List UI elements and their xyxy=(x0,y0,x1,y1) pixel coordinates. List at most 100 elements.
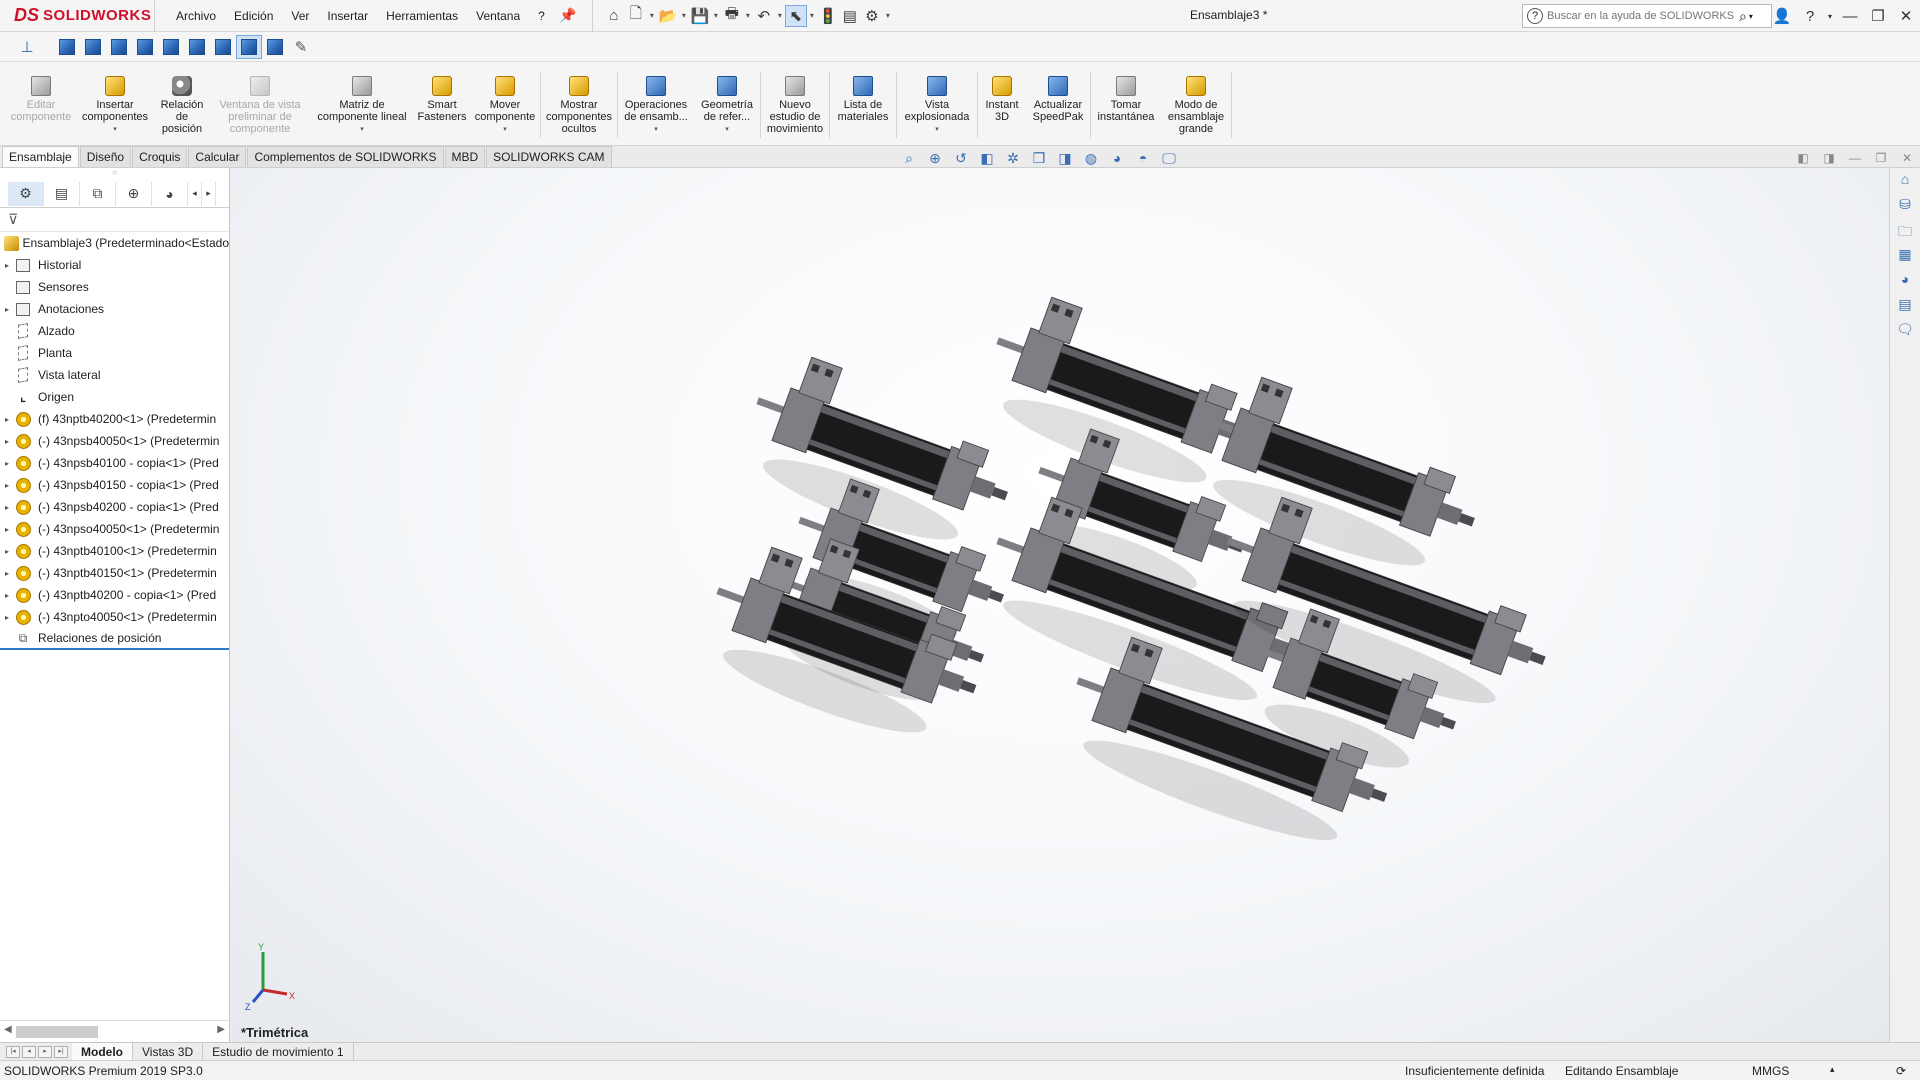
back-view-icon[interactable] xyxy=(80,35,106,59)
tree-item[interactable]: Sensores xyxy=(0,276,229,298)
open-icon[interactable]: 📂 xyxy=(657,5,679,27)
custom-properties-icon[interactable]: ▤ xyxy=(1893,296,1917,318)
help-icon[interactable]: ? xyxy=(1796,8,1824,25)
tree-root-assembly[interactable]: Ensamblaje3 (Predeterminado<Estado xyxy=(0,232,229,254)
hide-show-items-icon[interactable]: ◍ xyxy=(1078,150,1104,167)
section-view-icon[interactable]: ◧ xyxy=(974,150,1000,167)
tree-item[interactable]: ▸ (-) 43nptb40150<1> (Predetermin xyxy=(0,562,229,584)
assembly-3d-scene[interactable] xyxy=(231,168,1889,1042)
undo-dropdown-icon[interactable]: ▾ xyxy=(775,11,785,20)
tree-item[interactable]: ▸ (-) 43npto40050<1> (Predetermin xyxy=(0,606,229,628)
tree-item[interactable]: ▸ Anotaciones xyxy=(0,298,229,320)
expand-arrow-icon[interactable]: ▸ xyxy=(0,459,14,468)
tree-item[interactable]: Vista lateral xyxy=(0,364,229,386)
tree-item[interactable]: ▸ (-) 43npso40050<1> (Predetermin xyxy=(0,518,229,540)
expand-arrow-icon[interactable]: ▸ xyxy=(0,481,14,490)
left-view-icon[interactable] xyxy=(106,35,132,59)
show-hidden-components-button[interactable]: Mostrar componentes ocultos xyxy=(541,62,617,146)
linear-component-pattern-button[interactable]: Matriz de componente lineal ▾ xyxy=(310,62,414,146)
top-view-icon[interactable] xyxy=(158,35,184,59)
units-selector[interactable]: MMGS xyxy=(1752,1064,1789,1078)
open-dropdown-icon[interactable]: ▾ xyxy=(679,11,689,20)
dimxpert-manager-tab-icon[interactable]: ⊕ xyxy=(116,181,152,206)
save-icon[interactable]: 💾 xyxy=(689,5,711,27)
reference-geometry-dropdown-icon[interactable]: ▾ xyxy=(725,124,729,136)
user-account-icon[interactable]: 👤 xyxy=(1768,7,1796,25)
expand-arrow-icon[interactable]: ▸ xyxy=(0,305,14,314)
expand-arrow-icon[interactable]: ▸ xyxy=(0,613,14,622)
first-tab-icon[interactable]: |◂ xyxy=(6,1045,20,1058)
viewport-minimize-icon[interactable]: — xyxy=(1842,151,1868,165)
tree-item[interactable]: ▸ (f) 43nptb40200<1> (Predetermin xyxy=(0,408,229,430)
expand-arrow-icon[interactable]: ▸ xyxy=(0,591,14,600)
tab-vistas-3d[interactable]: Vistas 3D xyxy=(133,1043,204,1060)
instant3d-button[interactable]: Instant 3D xyxy=(978,62,1026,146)
tab-complementos[interactable]: Complementos de SOLIDWORKS xyxy=(247,146,444,167)
display-style-icon[interactable]: ◨ xyxy=(1052,150,1078,167)
move-component-button[interactable]: Mover componente ▾ xyxy=(470,62,540,146)
tabs-left-arrow-icon[interactable]: ◂ xyxy=(188,181,202,206)
viewport-collapse-right-icon[interactable]: ◨ xyxy=(1816,151,1842,165)
previous-view-icon[interactable]: ↺ xyxy=(948,150,974,167)
menu-ventana[interactable]: Ventana xyxy=(467,9,529,23)
rebuild-icon[interactable]: 🚦 xyxy=(817,5,839,27)
select-pointer-icon[interactable]: ⬉ xyxy=(784,4,807,27)
minimize-icon[interactable]: — xyxy=(1836,8,1864,25)
print-dropdown-icon[interactable]: ▾ xyxy=(743,11,753,20)
viewport-collapse-left-icon[interactable]: ◧ xyxy=(1790,151,1816,165)
dynamic-annotation-icon[interactable]: ✲ xyxy=(1000,150,1026,167)
tree-item[interactable]: Alzado xyxy=(0,320,229,342)
tree-item[interactable]: ▸ (-) 43npsb40150 - copia<1> (Pred xyxy=(0,474,229,496)
update-speedpak-button[interactable]: Actualizar SpeedPak xyxy=(1026,62,1090,146)
help-search-input[interactable] xyxy=(1547,10,1737,22)
view-settings-icon[interactable]: 🖵 xyxy=(1156,150,1182,167)
tree-item[interactable]: ▸ Historial xyxy=(0,254,229,276)
configuration-manager-tab-icon[interactable]: ⧉ xyxy=(80,181,116,206)
expand-arrow-icon[interactable]: ▸ xyxy=(0,261,14,270)
menu-ver[interactable]: Ver xyxy=(282,9,318,23)
filter-icon[interactable]: ⊽ xyxy=(0,208,229,232)
design-library-icon[interactable]: ⛁ xyxy=(1893,196,1917,218)
tab-estudio-movimiento[interactable]: Estudio de movimiento 1 xyxy=(203,1043,354,1060)
tree-item[interactable]: ⌞ Origen xyxy=(0,386,229,408)
tab-mbd[interactable]: MBD xyxy=(444,146,486,167)
tabs-right-arrow-icon[interactable]: ▸ xyxy=(202,181,216,206)
tree-item[interactable]: ▸ (-) 43nptb40200 - copia<1> (Pred xyxy=(0,584,229,606)
prev-tab-icon[interactable]: ◂ xyxy=(22,1045,36,1058)
menu-herramientas[interactable]: Herramientas xyxy=(377,9,467,23)
move-component-dropdown-icon[interactable]: ▾ xyxy=(503,124,507,136)
view-orientation-icon[interactable]: ❒ xyxy=(1026,150,1052,167)
help-dropdown-icon[interactable]: ▾ xyxy=(1824,12,1836,21)
next-tab-icon[interactable]: ▸ xyxy=(38,1045,52,1058)
options-gear-icon[interactable]: ⚙ xyxy=(861,5,883,27)
edit-component-button[interactable]: Editar componente xyxy=(6,62,76,146)
menu-archivo[interactable]: Archivo xyxy=(167,9,225,23)
tab-solidworks-cam[interactable]: SOLIDWORKS CAM xyxy=(486,146,612,167)
appearances-icon[interactable]: ◕ xyxy=(1893,271,1917,293)
new-document-icon[interactable]: 🗋 xyxy=(625,5,647,27)
reference-geometry-button[interactable]: Geometría de refer... ▾ xyxy=(694,62,760,146)
tree-item[interactable]: ⧉ Relaciones de posición xyxy=(0,628,229,650)
component-preview-window-button[interactable]: Ventana de vista preliminar de component… xyxy=(210,62,310,146)
search-icon[interactable]: ⌕ xyxy=(1739,8,1747,25)
select-dropdown-icon[interactable]: ▾ xyxy=(807,11,817,20)
apply-scene-icon[interactable]: ◓ xyxy=(1130,150,1156,166)
sketch-pencil-icon[interactable]: ✎ xyxy=(288,35,314,59)
panel-grip-icon[interactable]: ○ xyxy=(0,168,229,180)
isometric-view-icon[interactable] xyxy=(210,35,236,59)
scroll-thumb[interactable] xyxy=(16,1026,98,1038)
menu-insertar[interactable]: Insertar xyxy=(318,9,377,23)
tree-item[interactable]: ▸ (-) 43nptb40100<1> (Predetermin xyxy=(0,540,229,562)
search-dropdown-icon[interactable]: ▾ xyxy=(1749,12,1753,21)
file-explorer-icon[interactable]: 🗀 xyxy=(1893,221,1917,243)
menu-help[interactable]: ? xyxy=(529,9,554,23)
bottom-view-icon[interactable] xyxy=(184,35,210,59)
dimetric-view-icon[interactable] xyxy=(262,35,288,59)
tree-item[interactable]: Planta xyxy=(0,342,229,364)
close-icon[interactable]: ✕ xyxy=(1892,7,1920,25)
tab-ensamblaje[interactable]: Ensamblaje xyxy=(2,146,79,167)
mate-button[interactable]: Relación de posición xyxy=(154,62,210,146)
feature-tree-horizontal-scrollbar[interactable]: ◀ ▶ xyxy=(0,1020,229,1042)
exploded-view-button[interactable]: Vista explosionada ▾ xyxy=(897,62,977,146)
new-motion-study-button[interactable]: Nuevo estudio de movimiento xyxy=(761,62,829,146)
